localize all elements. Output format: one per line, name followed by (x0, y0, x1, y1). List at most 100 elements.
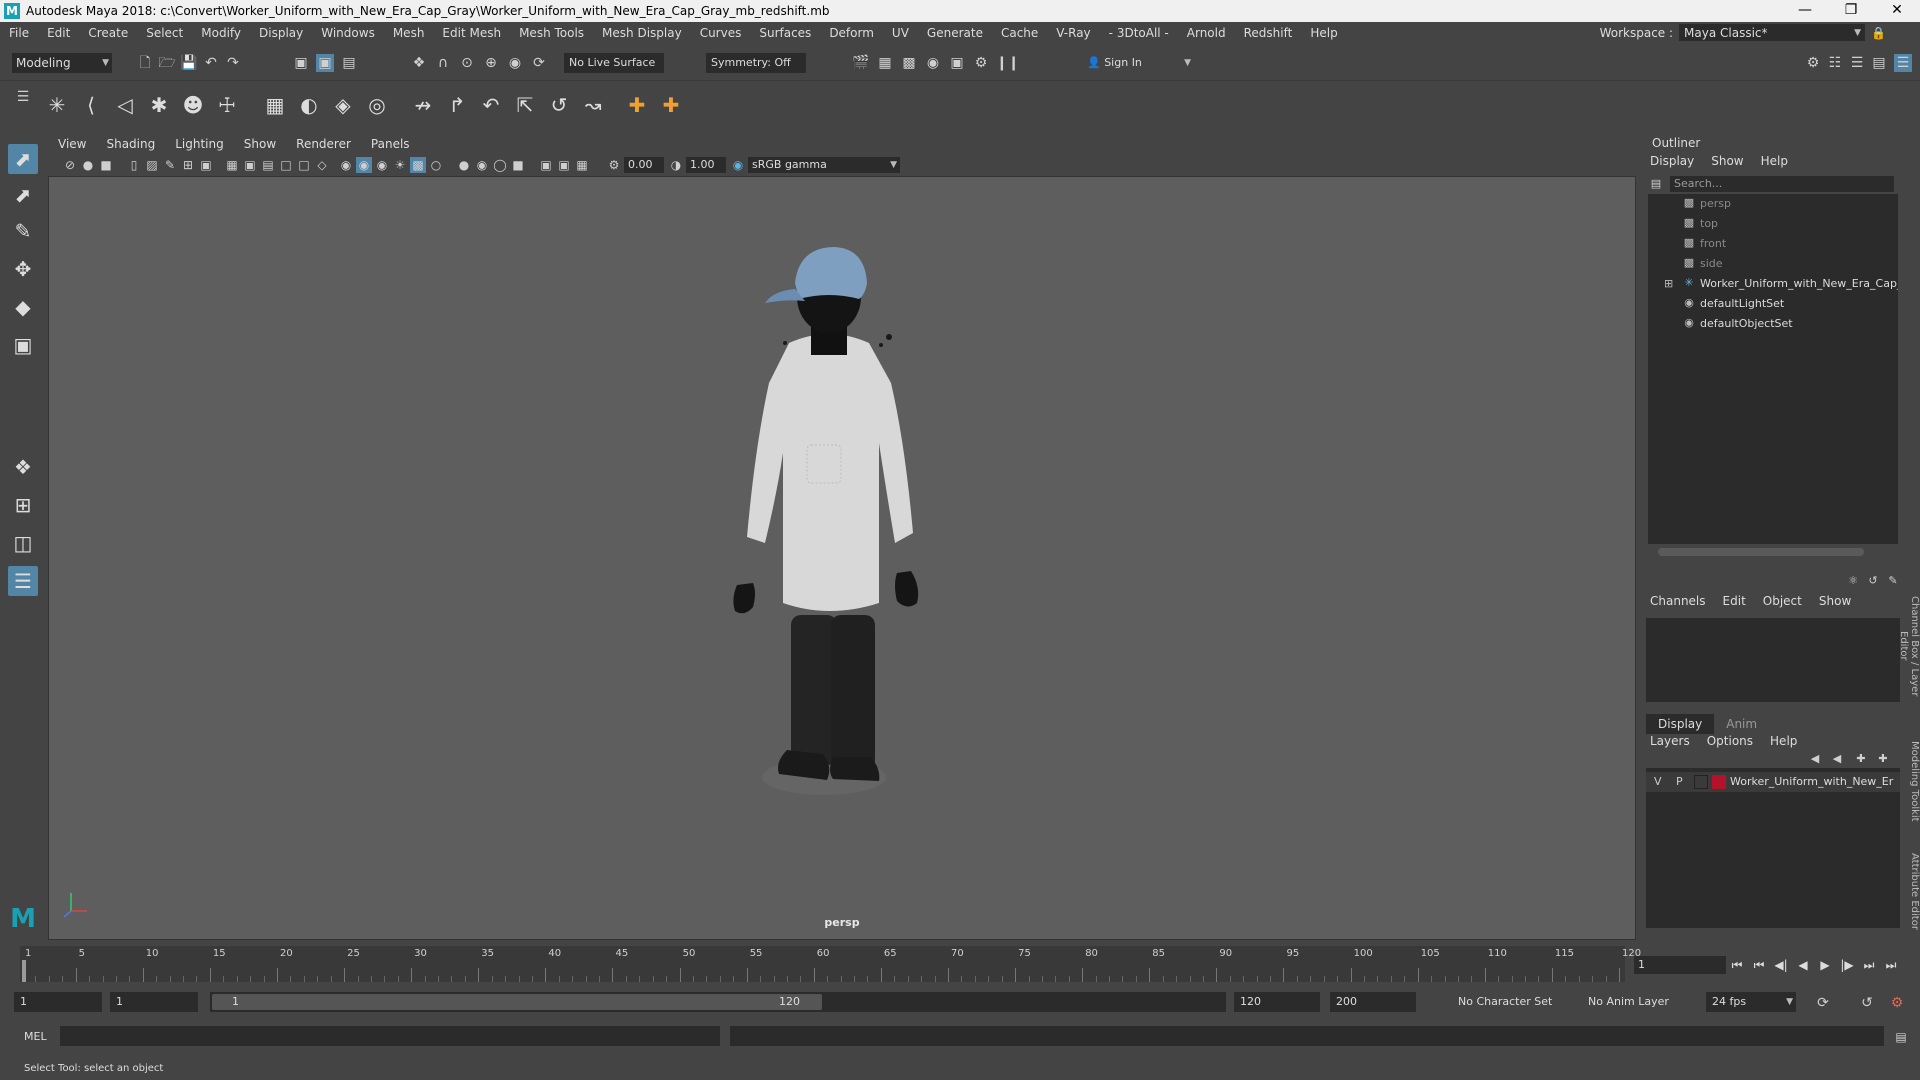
move-layer-up-icon[interactable]: ◀ (1806, 750, 1824, 768)
snap-surface-icon[interactable]: ◉ (506, 54, 524, 72)
curve-tool-icon[interactable]: ⟨ (78, 92, 104, 118)
cluster-icon[interactable]: ◎ (364, 92, 390, 118)
grease-pencil-icon[interactable]: ✎ (162, 157, 178, 173)
anim-layer-dropdown[interactable]: No Anim Layer (1582, 992, 1682, 1012)
menu-deform[interactable]: Deform (820, 26, 883, 40)
menu-display[interactable]: Display (250, 26, 312, 40)
current-frame-field[interactable]: 1 (1634, 956, 1726, 974)
panel-menu-view[interactable]: View (48, 137, 96, 151)
motion-blur-icon[interactable]: ● (456, 157, 472, 173)
channel-box-settings-icon[interactable]: ✎ (1884, 572, 1902, 590)
go-to-start-icon[interactable]: ⏮ (1728, 956, 1746, 974)
menu-mesh-tools[interactable]: Mesh Tools (510, 26, 593, 40)
menu-windows[interactable]: Windows (312, 26, 384, 40)
play-forwards-icon[interactable]: ▶ (1816, 956, 1834, 974)
playback-start-field[interactable]: 1 (110, 992, 198, 1012)
xray-joints-icon[interactable]: ▣ (556, 157, 572, 173)
resolution-gate-icon[interactable]: ▦ (224, 157, 240, 173)
layer-visibility-toggle[interactable]: V (1654, 772, 1662, 792)
camera-attributes-icon[interactable]: ● (80, 157, 96, 173)
select-object-icon[interactable]: ▣ (316, 54, 334, 72)
snap-point-icon[interactable]: ⊙ (458, 54, 476, 72)
modeling-toolkit-icon[interactable]: ⚙ (1804, 54, 1822, 72)
wireframe-on-shaded-icon[interactable]: ◉ (356, 157, 372, 173)
time-ruler[interactable]: 1 5 10 15 20 25 30 35 40 45 50 55 60 65 70 75 80 85 90 95 10… (20, 946, 1641, 982)
command-input[interactable] (60, 1026, 720, 1046)
move-layer-down-icon[interactable]: ◀ (1828, 750, 1846, 768)
menu-mesh[interactable]: Mesh (384, 26, 434, 40)
menu-create[interactable]: Create (79, 26, 137, 40)
safe-title-icon[interactable]: □ (296, 157, 312, 173)
snap-curve-icon[interactable]: ∩ (434, 54, 452, 72)
menu-modify[interactable]: Modify (192, 26, 250, 40)
symmetry-dropdown[interactable]: Symmetry: Off (706, 53, 806, 73)
layer-menu-layers[interactable]: Layers (1642, 734, 1699, 748)
move-tool-icon[interactable]: ✥ (8, 254, 38, 284)
side-tab-attribute-editor[interactable]: Attribute Editor (1902, 846, 1920, 936)
menu-generate[interactable]: Generate (918, 26, 992, 40)
step-back-frame-icon[interactable]: ◀| (1772, 956, 1790, 974)
locator-icon[interactable]: ✚ (624, 92, 650, 118)
ik-handle-icon[interactable]: ✱ (146, 92, 172, 118)
menu-vray[interactable]: V-Ray (1047, 26, 1099, 40)
color-management-icon[interactable]: ◉ (730, 157, 746, 173)
step-back-key-icon[interactable]: ⏮ (1750, 956, 1768, 974)
panel-menu-renderer[interactable]: Renderer (286, 137, 361, 151)
current-time-indicator[interactable] (22, 960, 26, 982)
open-scene-icon[interactable]: 🗁 (158, 54, 176, 72)
panel-menu-panels[interactable]: Panels (361, 137, 420, 151)
undo-icon[interactable]: ↶ (202, 54, 220, 72)
expand-icon[interactable]: ⊞ (1664, 274, 1673, 294)
wireframe-icon[interactable]: ◇ (314, 157, 330, 173)
panel-menu-show[interactable]: Show (234, 137, 286, 151)
polygon-sphere-icon[interactable]: ✳ (44, 92, 70, 118)
gate-mask-icon[interactable]: ▣ (242, 157, 258, 173)
hypershade-icon[interactable]: ▣ (948, 54, 966, 72)
film-gate-icon[interactable]: ▣ (198, 157, 214, 173)
lasso-tool-icon[interactable]: ⬈ (8, 180, 38, 210)
channel-menu-edit[interactable]: Edit (1715, 594, 1755, 608)
menu-uv[interactable]: UV (883, 26, 918, 40)
channel-menu-channels[interactable]: Channels (1642, 594, 1715, 608)
character-model[interactable] (729, 245, 969, 805)
outliner-item-default-object-set[interactable]: ◉ defaultObjectSet (1648, 314, 1898, 334)
anti-aliasing-icon[interactable]: ◉ (474, 157, 490, 173)
animation-preferences-icon[interactable]: ⚙ (1888, 994, 1906, 1012)
layer-editor-icon[interactable]: ☰ (1894, 54, 1912, 72)
use-all-lights-icon[interactable]: ☀ (392, 157, 408, 173)
constraint-parent-icon[interactable]: ↛ (410, 92, 436, 118)
channel-box-icon[interactable]: ▤ (1870, 54, 1888, 72)
humanik-icon[interactable]: ☻ (180, 92, 206, 118)
lock-icon[interactable]: 🔒 (1871, 26, 1886, 40)
select-camera-icon[interactable]: ⊘ (62, 157, 78, 173)
paint-weights-icon[interactable]: ◐ (296, 92, 322, 118)
outliner-search-input[interactable]: Search... (1670, 176, 1894, 192)
auto-key-icon[interactable]: ↺ (1858, 994, 1876, 1012)
outliner-item-front[interactable]: ▩ front (1648, 234, 1898, 254)
menu-surfaces[interactable]: Surfaces (750, 26, 820, 40)
outliner-horizontal-scrollbar[interactable] (1658, 548, 1864, 556)
minimize-icon[interactable]: — (1782, 0, 1828, 22)
lattice-icon[interactable]: ◈ (330, 92, 356, 118)
sign-in-button[interactable]: 👤 Sign In ▼ (1082, 53, 1194, 73)
channel-menu-show[interactable]: Show (1811, 594, 1860, 608)
close-icon[interactable]: ✕ (1874, 0, 1920, 22)
tool-settings-icon[interactable]: ☰ (1848, 54, 1866, 72)
shelf-menu-icon[interactable]: ☰ (14, 88, 32, 106)
side-tab-channel-box[interactable]: Channel Box / Layer Editor (1898, 582, 1920, 710)
layer-row[interactable]: V P Worker_Uniform_with_New_Er (1646, 772, 1900, 792)
safe-action-icon[interactable]: □ (278, 157, 294, 173)
layer-playback-toggle[interactable]: P (1676, 772, 1683, 792)
grid-toggle-icon[interactable]: ⊞ (180, 157, 196, 173)
single-perspective-layout-icon[interactable]: ❖ (8, 452, 38, 482)
outliner-item-top[interactable]: ▩ top (1648, 214, 1898, 234)
snap-view-icon[interactable]: ⊕ (482, 54, 500, 72)
playback-end-field[interactable]: 120 (1234, 992, 1320, 1012)
panel-menu-shading[interactable]: Shading (96, 137, 165, 151)
live-surface-field[interactable]: No Live Surface (564, 53, 664, 73)
perspective-viewport[interactable]: persp (48, 176, 1636, 940)
layer-color-swatch[interactable] (1712, 775, 1726, 789)
menu-edit-mesh[interactable]: Edit Mesh (433, 26, 510, 40)
constraint-aim-icon[interactable]: ↺ (546, 92, 572, 118)
menu-3dtoall[interactable]: - 3DtoAll - (1100, 26, 1178, 40)
